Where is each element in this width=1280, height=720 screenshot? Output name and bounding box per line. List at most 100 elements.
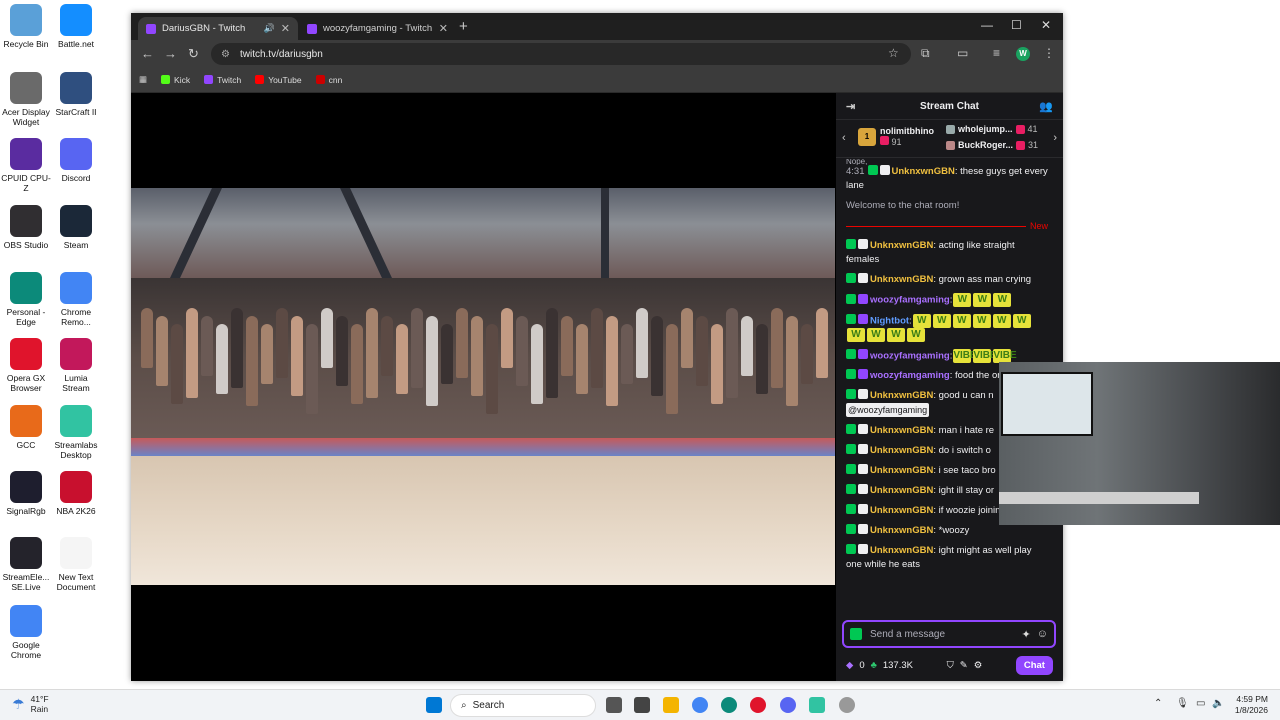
close-tab-icon[interactable]: ✕ xyxy=(281,22,290,35)
desktop-icon[interactable]: OBS Studio xyxy=(0,205,52,250)
widgets-icon[interactable] xyxy=(634,697,650,713)
desktop-icon[interactable]: Opera GX Browser xyxy=(0,338,52,393)
microphone-icon[interactable]: 🎙 xyxy=(1176,698,1189,709)
streamlabs-taskbar-icon[interactable] xyxy=(809,697,825,713)
bookmark-kick[interactable]: Kick xyxy=(161,75,190,85)
bookmark-twitch[interactable]: Twitch xyxy=(204,75,241,85)
new-tab-icon[interactable]: + xyxy=(459,18,468,35)
bookmark-cnn[interactable]: cnn xyxy=(315,74,343,85)
bits-icon[interactable]: ◆ xyxy=(846,660,853,671)
desktop-icon[interactable]: Lumia Stream xyxy=(50,338,102,393)
bookmark-label: cnn xyxy=(328,74,343,85)
desktop-icon[interactable]: Personal - Edge xyxy=(0,272,52,327)
speaker-icon[interactable]: 🔊 xyxy=(264,23,275,34)
app-taskbar-icon[interactable] xyxy=(839,697,855,713)
tab-dariusgbn[interactable]: DariusGBN - Twitch 🔊 ✕ xyxy=(138,17,298,40)
desktop-icon[interactable]: SignalRgb xyxy=(0,471,52,516)
users-icon[interactable]: 👥 xyxy=(1039,100,1053,113)
settings-icon[interactable]: ⚙ xyxy=(974,660,983,671)
profile-avatar[interactable]: W xyxy=(1016,47,1030,61)
username[interactable]: UnknxwnGBN xyxy=(870,274,933,285)
desktop-icon[interactable]: NBA 2K26 xyxy=(50,471,102,516)
video-player[interactable] xyxy=(131,93,835,681)
discord-taskbar-icon[interactable] xyxy=(780,697,796,713)
back-icon[interactable]: ← xyxy=(141,46,154,61)
pen-icon[interactable]: ✎ xyxy=(960,660,968,671)
edge-taskbar-icon[interactable] xyxy=(721,697,737,713)
username[interactable]: UnknxwnGBN xyxy=(870,425,933,436)
username[interactable]: Nightbot xyxy=(870,315,909,326)
windows-start-icon[interactable] xyxy=(426,697,442,713)
username[interactable]: woozyfamgaming xyxy=(870,350,950,361)
file-explorer-icon[interactable] xyxy=(663,697,679,713)
leaderboard-second[interactable]: wholejump... 41 xyxy=(946,124,1038,134)
chat-input[interactable]: Send a message ✦ ☺ xyxy=(842,620,1056,648)
chevron-right-icon[interactable]: › xyxy=(1053,132,1057,144)
video-badge-icon xyxy=(879,165,890,175)
chat-send-button[interactable]: Chat xyxy=(1015,655,1053,675)
site-info-icon[interactable]: ⚙ xyxy=(221,49,230,60)
leaderboard-top[interactable]: 1 nolimitbhino 91 xyxy=(858,126,934,147)
shield-icon[interactable]: ⛉ xyxy=(947,660,954,671)
bookmark-youtube[interactable]: YouTube xyxy=(255,75,302,85)
desktop-icon[interactable]: Steam xyxy=(50,205,102,250)
username[interactable]: UnknxwnGBN xyxy=(870,390,933,401)
close-window-icon[interactable]: ✕ xyxy=(1041,18,1051,32)
emote-picker-icon[interactable]: ☺ xyxy=(1037,628,1048,640)
opera-gx-taskbar-icon[interactable] xyxy=(750,697,766,713)
crowd-figure xyxy=(291,316,303,396)
desktop-icon[interactable]: New Text Document xyxy=(50,537,102,592)
username[interactable]: UnknxwnGBN xyxy=(870,525,933,536)
close-tab-icon[interactable]: ✕ xyxy=(439,22,448,35)
maximize-icon[interactable]: ☐ xyxy=(1011,18,1022,32)
desktop-icon[interactable]: Battle.net xyxy=(50,4,102,49)
desktop-icon[interactable]: CPUID CPU-Z xyxy=(0,138,52,193)
bits-cheer-icon[interactable]: ✦ xyxy=(1022,628,1031,641)
tab-search-icon[interactable]: ≡ xyxy=(993,46,1000,60)
desktop-icon[interactable]: Discord xyxy=(50,138,102,183)
leaderboard-third[interactable]: BuckRoger... 31 xyxy=(946,140,1038,150)
task-view-icon[interactable] xyxy=(606,697,622,713)
verified-badge-icon xyxy=(846,349,856,360)
tab-woozyfamgaming[interactable]: woozyfamgaming - Twitch ✕ xyxy=(299,17,456,40)
username[interactable]: UnknxwnGBN xyxy=(870,485,933,496)
username[interactable]: UnknxwnGBN xyxy=(870,445,933,456)
apps-icon[interactable]: ▦ xyxy=(139,74,147,85)
username[interactable]: UnknxwnGBN xyxy=(870,545,933,556)
desktop-icon[interactable]: StarCraft II xyxy=(50,72,102,117)
desktop-icon[interactable]: Streamlabs Desktop xyxy=(50,405,102,460)
username[interactable]: UnknxwnGBN xyxy=(870,240,933,251)
desktop-icon[interactable]: Acer Display Widget xyxy=(0,72,52,127)
chevron-up-icon[interactable]: ⌃ xyxy=(1154,698,1162,709)
collapse-chat-icon[interactable]: ⇥ xyxy=(846,100,855,113)
username[interactable]: woozyfamgaming xyxy=(870,370,950,381)
username[interactable]: UnknxwnGBN xyxy=(892,166,955,177)
weather-widget[interactable]: ☂ 41°F Rain xyxy=(12,694,49,714)
reply-mention[interactable]: @woozyfamgaming xyxy=(846,403,930,418)
menu-icon[interactable]: ⋮ xyxy=(1043,46,1055,60)
monitor-icon[interactable]: ▭ xyxy=(1196,698,1205,709)
desktop-icon[interactable]: Chrome Remo... xyxy=(50,272,102,327)
chevron-left-icon[interactable]: ‹ xyxy=(842,132,846,144)
chrome-taskbar-icon[interactable] xyxy=(692,697,708,713)
cast-icon[interactable]: ▭ xyxy=(957,46,968,60)
reload-icon[interactable]: ↻ xyxy=(188,46,199,62)
channel-points-icon[interactable]: ♣ xyxy=(871,660,877,671)
username[interactable]: woozyfamgaming xyxy=(870,295,950,306)
volume-icon[interactable]: 🔈 xyxy=(1212,698,1224,709)
desktop-icon[interactable]: Google Chrome xyxy=(0,605,52,660)
desktop-icon[interactable]: Recycle Bin xyxy=(0,4,52,49)
crowd-figure xyxy=(306,324,318,414)
extensions-icon[interactable]: ⧉ xyxy=(921,46,930,61)
desktop-icon[interactable]: GCC xyxy=(0,405,52,450)
system-clock[interactable]: 4:59 PM 1/8/2026 xyxy=(1235,694,1268,716)
crowd-figure xyxy=(396,324,408,394)
desktop-icon[interactable]: StreamEle... SE.Live xyxy=(0,537,52,592)
username[interactable]: UnknxwnGBN xyxy=(870,465,933,476)
star-icon[interactable]: ☆ xyxy=(888,46,899,60)
minimize-icon[interactable]: — xyxy=(981,18,993,32)
taskbar-search[interactable]: ⌕ Search xyxy=(450,694,596,717)
address-bar[interactable]: ⚙ twitch.tv/dariusgbn xyxy=(211,43,911,65)
username[interactable]: UnknxwnGBN xyxy=(870,505,933,516)
forward-icon[interactable]: → xyxy=(164,46,177,61)
